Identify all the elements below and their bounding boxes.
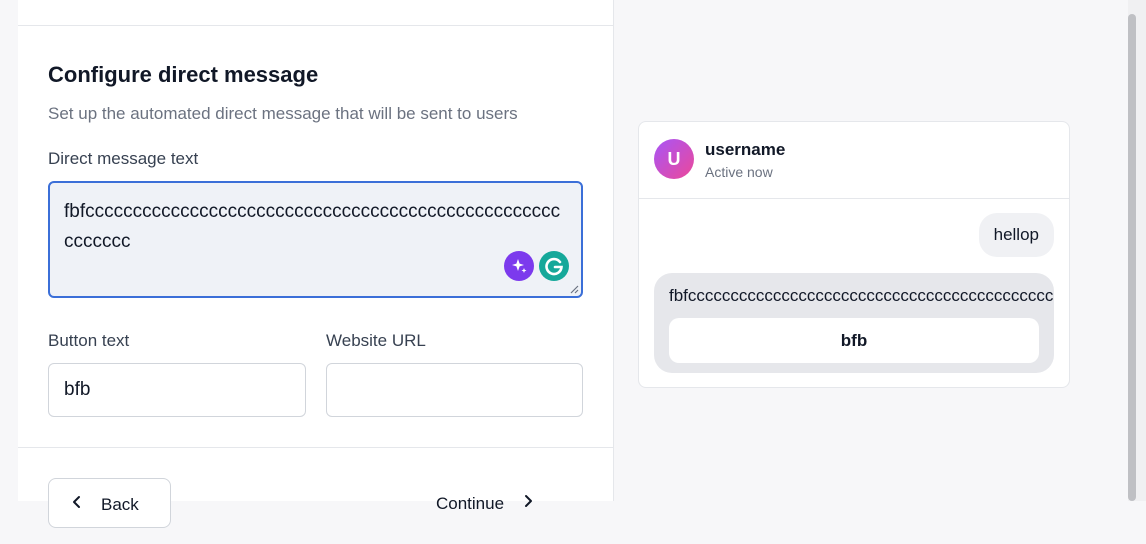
page-subtitle: Set up the automated direct message that… xyxy=(48,104,518,123)
continue-button[interactable]: Continue xyxy=(436,478,586,544)
chevron-left-icon xyxy=(73,496,80,508)
sent-message-bubble: hellop xyxy=(978,213,1054,257)
avatar: U xyxy=(654,139,694,179)
website-url-input[interactable] xyxy=(326,363,583,417)
sparkle-icon[interactable] xyxy=(504,251,534,281)
preview-cta-button[interactable]: bfb xyxy=(669,318,1039,363)
button-text-input[interactable]: bfb xyxy=(48,363,306,417)
bottom-divider xyxy=(18,447,613,448)
received-message-text: fbfccccccccccccccccccccccccccccccccccccc… xyxy=(669,286,1054,305)
preview-status: Active now xyxy=(705,164,773,180)
page-title: Configure direct message xyxy=(48,62,319,87)
dm-text-value: fbfccccccccccccccccccccccccccccccccccccc… xyxy=(64,201,561,252)
dm-text-field[interactable]: fbfccccccccccccccccccccccccccccccccccccc… xyxy=(48,181,583,298)
grammarly-icon[interactable] xyxy=(539,251,569,281)
top-divider xyxy=(18,25,613,26)
dm-text-label: Direct message text xyxy=(48,149,199,168)
chevron-right-icon xyxy=(525,495,533,507)
resize-handle-icon[interactable] xyxy=(569,284,579,294)
button-text-label: Button text xyxy=(48,331,130,350)
form-panel: Configure direct message Set up the auto… xyxy=(18,0,614,528)
website-url-label: Website URL xyxy=(326,331,426,350)
scrollbar-thumb[interactable] xyxy=(1128,14,1136,501)
textarea-tools xyxy=(504,251,569,281)
received-message-bubble: fbfccccccccccccccccccccccccccccccccccccc… xyxy=(654,273,1054,373)
left-gutter xyxy=(0,0,18,501)
preview-header: U username Active now xyxy=(639,122,1069,199)
continue-button-label: Continue xyxy=(436,494,505,513)
preview-username: username xyxy=(705,140,786,159)
back-button[interactable]: Back xyxy=(48,478,171,528)
dm-preview-card: U username Active now hellop fbfcccccccc… xyxy=(638,121,1070,388)
back-button-label: Back xyxy=(101,495,139,514)
